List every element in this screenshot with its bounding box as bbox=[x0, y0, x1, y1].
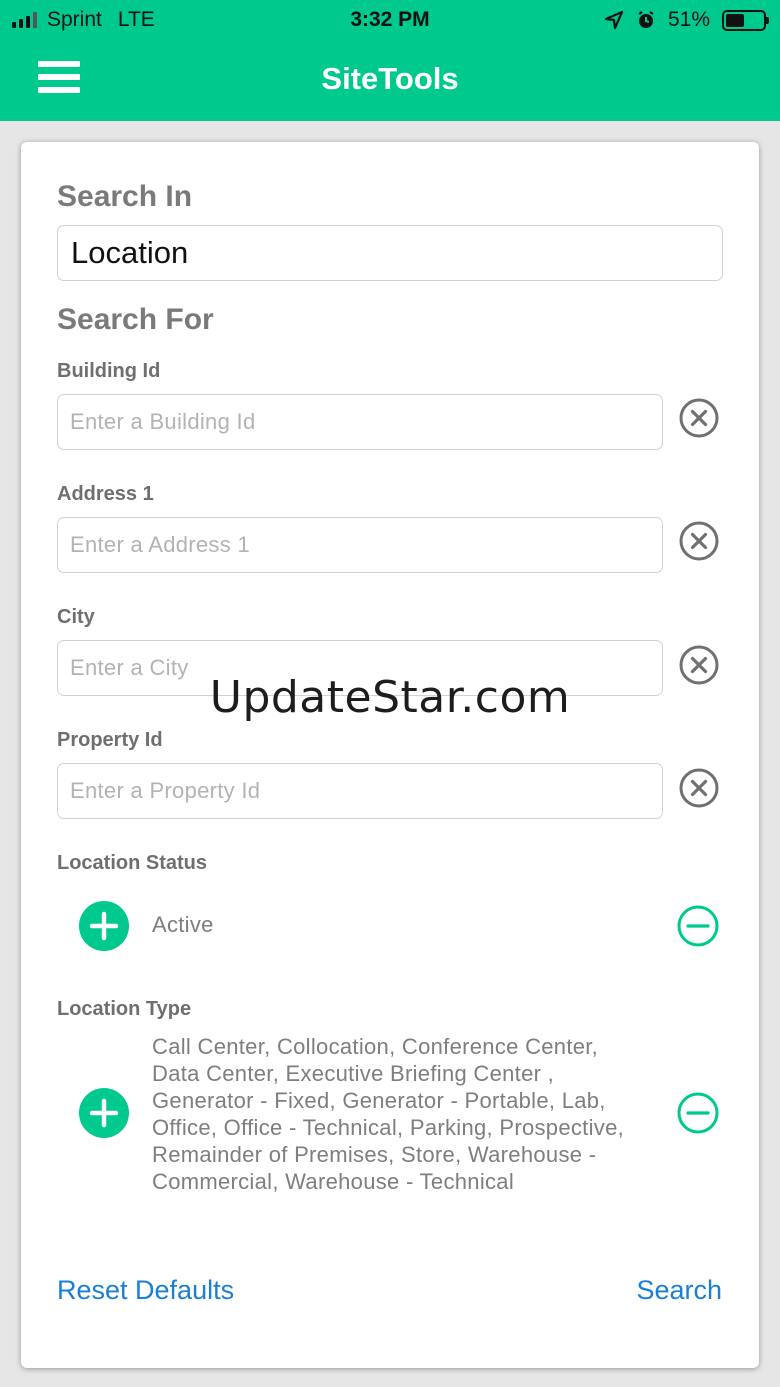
search-in-select[interactable]: Location bbox=[57, 225, 723, 281]
location-type-line: Office, Office - Technical, Parking, Pro… bbox=[152, 1115, 625, 1140]
location-type-line: Call Center, Collocation, Conference Cen… bbox=[152, 1034, 599, 1059]
clear-property-id-icon[interactable] bbox=[679, 768, 719, 808]
building-id-input[interactable] bbox=[57, 394, 663, 450]
alarm-clock-icon bbox=[638, 11, 654, 28]
search-button[interactable]: Search bbox=[636, 1275, 722, 1306]
property-id-input[interactable] bbox=[57, 763, 663, 819]
search-in-heading: Search In bbox=[57, 180, 193, 213]
reset-defaults-button[interactable]: Reset Defaults bbox=[57, 1275, 234, 1306]
app-header: Sprint LTE 3:32 PM 51% SiteTools bbox=[0, 0, 780, 121]
location-type-line: Data Center, Executive Briefing Center , bbox=[152, 1061, 555, 1086]
location-type-values: Call Center, Collocation, Conference Cen… bbox=[152, 1033, 624, 1195]
battery-level bbox=[726, 13, 745, 27]
battery-icon bbox=[722, 9, 769, 31]
address-1-label: Address 1 bbox=[57, 483, 154, 505]
remove-location-type-icon[interactable] bbox=[677, 1092, 719, 1134]
location-status-label: Location Status bbox=[57, 852, 208, 874]
location-status-value: Active bbox=[152, 912, 214, 937]
add-location-type-icon[interactable] bbox=[79, 1088, 129, 1138]
city-label: City bbox=[57, 606, 95, 628]
address-1-input[interactable] bbox=[57, 517, 663, 573]
clear-building-id-icon[interactable] bbox=[679, 398, 719, 438]
watermark: UpdateStar.com bbox=[209, 672, 571, 723]
location-type-line: Remainder of Premises, Store, Warehouse … bbox=[152, 1142, 597, 1167]
building-id-label: Building Id bbox=[57, 360, 161, 382]
status-bar: Sprint LTE 3:32 PM 51% bbox=[0, 0, 780, 40]
app-title: SiteTools bbox=[321, 61, 459, 96]
location-type-line: Commercial, Warehouse - Technical bbox=[152, 1169, 515, 1194]
location-type-line: Generator - Fixed, Generator - Portable,… bbox=[152, 1088, 606, 1113]
search-in-value: Location bbox=[71, 235, 189, 270]
battery-percent: 51% bbox=[667, 8, 710, 31]
clear-address-1-icon[interactable] bbox=[679, 521, 719, 561]
add-location-status-icon[interactable] bbox=[79, 901, 129, 951]
status-right: 51% bbox=[604, 8, 769, 32]
search-for-heading: Search For bbox=[57, 303, 214, 336]
property-id-label: Property Id bbox=[57, 729, 163, 751]
location-arrow-icon bbox=[604, 10, 624, 30]
location-type-label: Location Type bbox=[57, 998, 192, 1020]
remove-location-status-icon[interactable] bbox=[677, 905, 719, 947]
